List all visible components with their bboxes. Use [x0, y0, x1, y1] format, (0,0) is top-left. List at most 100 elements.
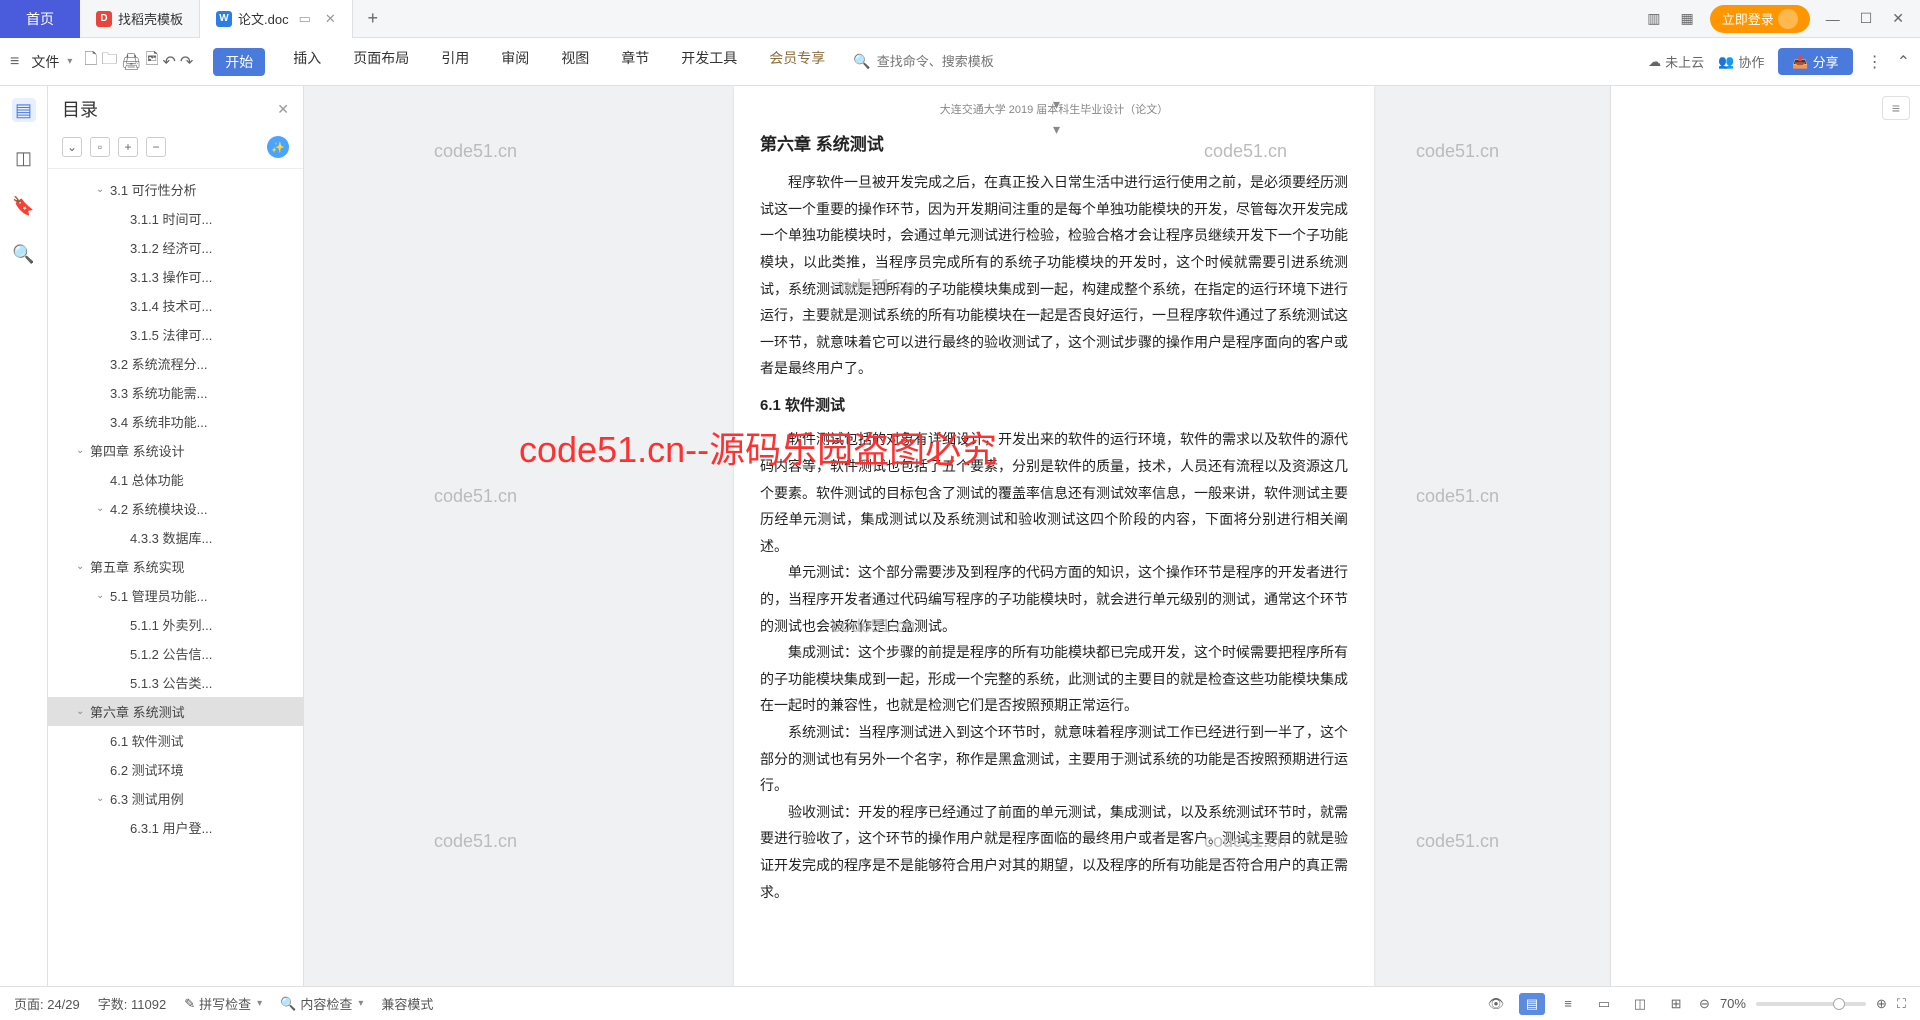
- outline-item[interactable]: 6.3.1 用户登...: [48, 813, 303, 842]
- cloud-button[interactable]: ☁未上云: [1648, 52, 1704, 71]
- outline-item[interactable]: 4.3.3 数据库...: [48, 523, 303, 552]
- word-count[interactable]: 字数: 11092: [98, 994, 166, 1013]
- outline-item[interactable]: 5.1.3 公告类...: [48, 668, 303, 697]
- zoom-in-icon[interactable]: ⊕: [1876, 996, 1887, 1012]
- apps-icon[interactable]: ▦: [1676, 10, 1697, 27]
- tab-review[interactable]: 审阅: [497, 48, 533, 76]
- doc-tool-icon[interactable]: ▾: [1053, 121, 1060, 138]
- tab-chapter[interactable]: 章节: [617, 48, 653, 76]
- watermark: code51.cn: [434, 486, 517, 507]
- reading-mode-icon[interactable]: 👁: [1483, 993, 1509, 1015]
- outline-item[interactable]: 3.2 系统流程分...: [48, 349, 303, 378]
- outline-item[interactable]: 6.1 软件测试: [48, 726, 303, 755]
- nav-icon[interactable]: ◫: [12, 146, 36, 170]
- qat-icon[interactable]: 🗋: [84, 48, 97, 75]
- outline-item[interactable]: ⌄5.1 管理员功能...: [48, 581, 303, 610]
- chevron-icon[interactable]: ⌃: [1897, 52, 1910, 72]
- spellcheck-button[interactable]: ✎拼写检查: [184, 994, 262, 1013]
- qat-icon[interactable]: 🗀: [101, 48, 117, 75]
- document-area[interactable]: ▾ ▾ code51.cn code51.cn code51.cn code51…: [304, 86, 1610, 986]
- tab-close-icon[interactable]: ✕: [325, 11, 336, 27]
- outline-item[interactable]: 6.2 测试环境: [48, 755, 303, 784]
- outline-view-icon[interactable]: ≡: [1555, 993, 1581, 1015]
- outline-item[interactable]: ⌄3.1 可行性分析: [48, 175, 303, 204]
- zoom-out-icon[interactable]: ⊖: [1699, 996, 1710, 1012]
- web-view-icon[interactable]: ▭: [1591, 993, 1617, 1015]
- outline-item[interactable]: ⌄6.3 测试用例: [48, 784, 303, 813]
- view-icon[interactable]: ⊞: [1663, 993, 1689, 1015]
- tool-icon[interactable]: +: [118, 137, 138, 157]
- menu-icon[interactable]: ≡: [10, 53, 19, 71]
- new-tab-button[interactable]: +: [353, 8, 393, 29]
- outline-item[interactable]: 3.1.4 技术可...: [48, 291, 303, 320]
- undo-icon[interactable]: ↶: [162, 52, 175, 72]
- view-icon[interactable]: ◫: [1627, 993, 1653, 1015]
- paragraph: 软件测试包括的对象有详细设计，开发出来的软件的运行环境，软件的需求以及软件的源代…: [760, 426, 1348, 559]
- page-indicator[interactable]: 页面: 24/29: [14, 994, 80, 1013]
- search-box[interactable]: 🔍: [853, 53, 1644, 70]
- collapse-all-icon[interactable]: ⌄: [62, 137, 82, 157]
- outline-item[interactable]: ⌄第五章 系统实现: [48, 552, 303, 581]
- content-check-button[interactable]: 🔍内容检查: [280, 994, 363, 1013]
- outline-item[interactable]: 3.1.3 操作可...: [48, 262, 303, 291]
- fit-icon[interactable]: ⛶: [1897, 996, 1906, 1012]
- outline-item[interactable]: ⌄第六章 系统测试: [48, 697, 303, 726]
- tab-vip[interactable]: 会员专享: [765, 48, 829, 76]
- page-view-icon[interactable]: ▤: [1519, 993, 1545, 1015]
- collapse-icon[interactable]: ⋮: [1867, 52, 1883, 72]
- qat-icon[interactable]: 🖻: [146, 48, 159, 75]
- outline-item[interactable]: 5.1.2 公告信...: [48, 639, 303, 668]
- bookmark-icon[interactable]: 🔖: [12, 194, 36, 218]
- outline-item[interactable]: 5.1.1 外卖列...: [48, 610, 303, 639]
- outline-item[interactable]: 3.1.2 经济可...: [48, 233, 303, 262]
- outline-item[interactable]: 3.1.5 法律可...: [48, 320, 303, 349]
- tab-dev[interactable]: 开发工具: [677, 48, 741, 76]
- right-panel: ≡: [1610, 86, 1920, 986]
- tab-layout[interactable]: 页面布局: [349, 48, 413, 76]
- outline-sidebar: 目录 ✕ ⌄ ▫ + − ✨ ⌄3.1 可行性分析3.1.1 时间可...3.1…: [48, 86, 304, 986]
- outline-item[interactable]: 4.1 总体功能: [48, 465, 303, 494]
- close-icon[interactable]: ✕: [1888, 10, 1908, 27]
- file-menu[interactable]: 文件▾: [23, 52, 80, 72]
- outline-item[interactable]: 3.1.1 时间可...: [48, 204, 303, 233]
- minimize-icon[interactable]: —: [1822, 11, 1844, 27]
- compat-mode[interactable]: 兼容模式: [381, 994, 433, 1013]
- qat-icon[interactable]: 🖨: [121, 52, 141, 72]
- outline-label: 3.3 系统功能需...: [110, 383, 208, 402]
- outline-item[interactable]: ⌄第四章 系统设计: [48, 436, 303, 465]
- tab-insert[interactable]: 插入: [289, 48, 325, 76]
- coop-button[interactable]: 👥协作: [1718, 52, 1764, 71]
- zoom-thumb[interactable]: [1833, 998, 1845, 1010]
- doc-tool-icon[interactable]: ▾: [1053, 96, 1060, 113]
- outline-label: 6.3 测试用例: [110, 789, 184, 808]
- tab-document[interactable]: W 论文.doc ▭ ✕: [200, 0, 353, 38]
- maximize-icon[interactable]: ☐: [1856, 10, 1877, 27]
- find-icon[interactable]: 🔍: [12, 242, 36, 266]
- redo-icon[interactable]: ↷: [180, 52, 193, 72]
- share-button[interactable]: 📤分享: [1778, 48, 1852, 75]
- ribbon: ≡ 文件▾ 🗋 🗀 🖨 🖻 ↶ ↷ 开始 插入 页面布局 引用 审阅 视图 章节…: [0, 38, 1920, 86]
- panel-toggle-icon[interactable]: ≡: [1882, 96, 1910, 120]
- tab-ref[interactable]: 引用: [437, 48, 473, 76]
- tab-view[interactable]: 视图: [557, 48, 593, 76]
- tab-templates[interactable]: D 找稻壳模板: [80, 0, 200, 38]
- layout-icon[interactable]: ▥: [1643, 10, 1664, 27]
- ai-icon[interactable]: ✨: [267, 136, 289, 158]
- zoom-value[interactable]: 70%: [1720, 996, 1746, 1011]
- outline-label: 第五章 系统实现: [90, 557, 185, 576]
- chevron-down-icon: ⌄: [96, 503, 110, 514]
- sidebar-close-icon[interactable]: ✕: [277, 101, 289, 118]
- home-tab[interactable]: 首页: [0, 0, 80, 38]
- login-button[interactable]: 立即登录: [1710, 5, 1810, 33]
- tool-icon[interactable]: ▫: [90, 137, 110, 157]
- search-input[interactable]: [877, 54, 1057, 69]
- outline-icon[interactable]: ▤: [12, 98, 36, 122]
- outline-item[interactable]: ⌄4.2 系统模块设...: [48, 494, 303, 523]
- tab-start[interactable]: 开始: [213, 48, 265, 76]
- login-label: 立即登录: [1722, 9, 1774, 28]
- tool-icon[interactable]: −: [146, 137, 166, 157]
- zoom-slider[interactable]: [1756, 1002, 1866, 1006]
- outline-item[interactable]: 3.4 系统非功能...: [48, 407, 303, 436]
- outline-item[interactable]: 3.3 系统功能需...: [48, 378, 303, 407]
- chevron-down-icon: ⌄: [76, 445, 90, 456]
